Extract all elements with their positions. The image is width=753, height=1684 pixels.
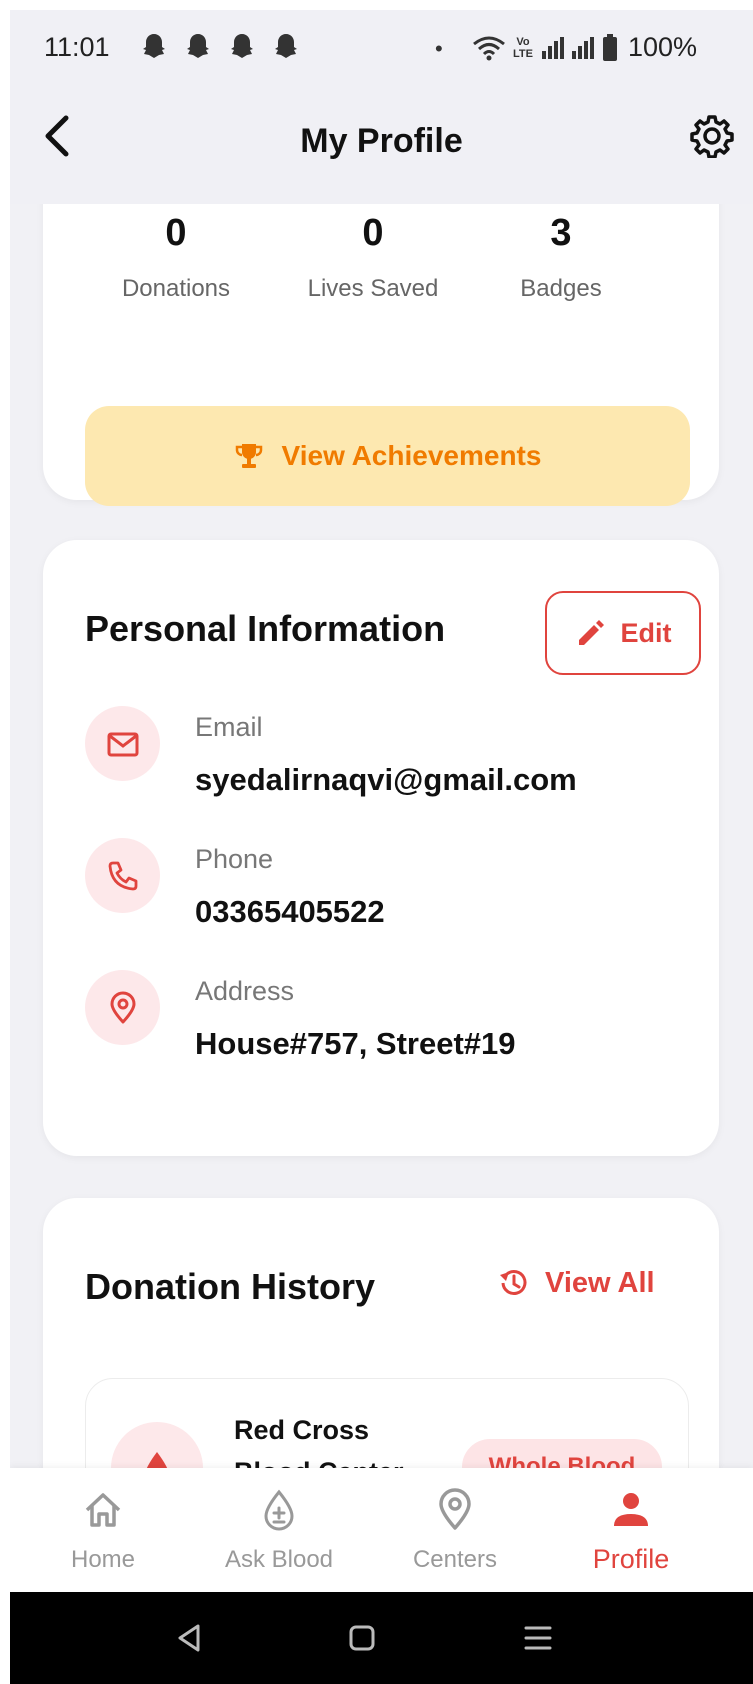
stats-card: 0 Donations 0 Lives Saved 3 Badges View … [43,204,719,506]
system-home-button[interactable] [344,1620,380,1656]
view-all-button[interactable]: View All [497,1266,655,1300]
app-header: My Profile [10,80,753,204]
status-bar: 11:01 • Vo LTE 100% [10,10,753,80]
system-back-button[interactable] [172,1620,208,1656]
info-row-address: Address House#757, Street#19 [85,970,685,1080]
system-recents-button[interactable] [520,1620,556,1656]
nav-label: Ask Blood [224,1546,334,1573]
info-row-email: Email syedalirnaqvi@gmail.com [85,706,685,816]
profile-scroll-area[interactable]: 0 Donations 0 Lives Saved 3 Badges View … [10,204,753,1478]
nav-centers[interactable]: Centers [362,1468,548,1592]
nav-profile[interactable]: Profile [538,1468,724,1592]
nav-home[interactable]: Home [10,1468,196,1592]
status-time: 11:01 [44,32,110,62]
donation-history-card: Donation History View All Red Cross Bloo… [43,1198,719,1478]
home-icon [85,1493,121,1527]
status-right: Vo LTE 100% [472,32,697,63]
app-screen: 11:01 • Vo LTE 100% My Profile 0 Donatio… [10,10,753,1684]
history-icon [500,1270,527,1295]
nav-ask-blood[interactable]: Ask Blood [186,1468,372,1592]
notification-dot: • [435,36,443,61]
stat-label: Lives Saved [307,275,439,302]
blood-drop-plus-icon [264,1489,294,1531]
person-icon [614,1493,648,1526]
info-row-phone: Phone 03365405522 [85,838,685,948]
info-value: syedalirnaqvi@gmail.com [195,762,577,797]
notification-icons [138,32,302,62]
info-label: Email [195,712,263,742]
info-value: House#757, Street#19 [195,1026,516,1061]
phone-icon [85,838,160,913]
snapchat-icon [187,34,209,58]
personal-information-title: Personal Information [85,608,446,649]
view-achievements-label: View Achievements [281,440,542,471]
battery-icon [603,33,617,61]
signal-icon [542,36,594,59]
nav-label: Centers [412,1546,498,1573]
nav-label: Profile [592,1544,670,1574]
stat-label: Donations [121,275,231,302]
wifi-icon [473,36,505,60]
nav-label: Home [70,1546,136,1573]
info-value: 03365405522 [195,894,385,929]
stat-label: Badges [520,275,602,302]
edit-button[interactable]: Edit [545,591,701,675]
page-title: My Profile [300,122,463,160]
location-pin-icon [439,1488,471,1530]
stat-lives-saved: 0 Lives Saved [263,212,483,303]
location-pin-icon [85,970,160,1045]
snapchat-icon [275,34,297,58]
info-label: Phone [195,844,274,874]
donation-history-item[interactable]: Red Cross Blood Center Whole Blood [85,1378,689,1478]
mail-icon [85,706,160,781]
volte-label: Vo LTE [513,35,533,60]
info-label: Address [195,976,295,1006]
gear-icon[interactable] [690,114,734,158]
donation-history-title: Donation History [85,1266,376,1307]
personal-information-card: Personal Information Edit Email syedalir… [43,540,719,1156]
stat-badges: 3 Badges [451,212,671,303]
stat-donations: 0 Donations [66,212,286,303]
edit-label: Edit [620,617,672,648]
bottom-navigation: Home Ask Blood Centers Profile [10,1468,753,1592]
snapchat-icon [143,34,165,58]
snapchat-icon [231,34,253,58]
battery-percent: 100% [628,32,698,62]
stat-value: 0 [165,212,187,254]
pencil-icon [578,620,604,645]
view-achievements-button[interactable]: View Achievements [85,406,690,506]
stat-value: 3 [550,212,572,254]
stat-value: 0 [362,212,384,254]
view-all-label: View All [545,1266,655,1299]
system-navigation-bar [10,1592,753,1684]
trophy-icon [235,444,262,468]
